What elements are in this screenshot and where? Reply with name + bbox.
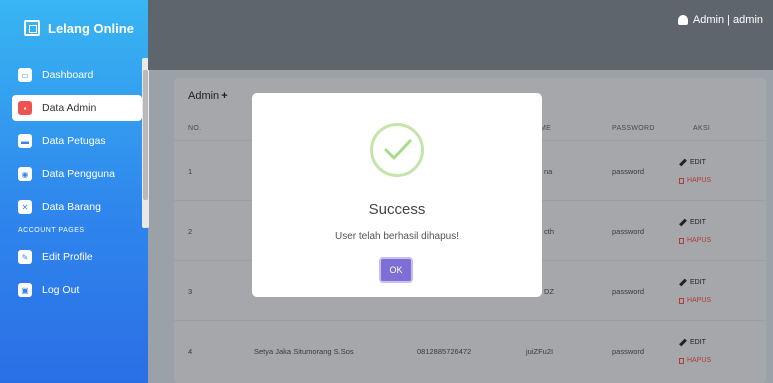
cell-username: juiZFu2I — [526, 347, 554, 356]
delete-label: HAPUS — [687, 297, 712, 304]
user-menu[interactable]: Admin | admin — [677, 14, 763, 26]
pencil-icon — [679, 158, 687, 167]
edit-label: EDIT — [690, 279, 706, 286]
sidebar-item-log-out[interactable]: ▣ Log Out — [12, 277, 142, 303]
globe-icon: ◉ — [18, 167, 32, 181]
card-title-text: Admin — [188, 90, 220, 102]
section-label-account: ACCOUNT PAGES — [18, 227, 85, 234]
trash-icon — [679, 237, 684, 244]
top-bar: Admin | admin — [148, 0, 773, 70]
sidebar-item-label: Data Barang — [42, 201, 101, 213]
user-edit-icon: ✎ — [18, 250, 32, 264]
sidebar-item-label: Data Petugas — [42, 135, 106, 147]
cell-username: na — [544, 167, 553, 176]
delete-button[interactable]: HAPUS — [679, 177, 711, 184]
edit-button[interactable]: EDIT — [679, 218, 706, 227]
credit-card-icon: ▬ — [18, 134, 32, 148]
sidebar-item-label: Edit Profile — [42, 251, 93, 263]
delete-button[interactable]: HAPUS — [679, 237, 711, 244]
pencil-icon — [679, 218, 687, 227]
cell-no: 1 — [188, 167, 193, 176]
edit-label: EDIT — [690, 219, 706, 226]
modal-title: Success — [368, 201, 426, 218]
cell-password: password — [612, 167, 645, 176]
pencil-icon — [679, 338, 687, 347]
brand[interactable]: Lelang Online — [24, 20, 134, 36]
edit-button[interactable]: EDIT — [679, 158, 706, 167]
header-no: NO. — [188, 125, 202, 132]
delete-button[interactable]: HAPUS — [679, 357, 711, 364]
success-check-icon — [370, 123, 424, 177]
edit-label: EDIT — [690, 339, 706, 346]
sidebar-nav: ▭ Dashboard ▪ Data Admin ▬ Data Petugas … — [12, 62, 142, 310]
modal-message: User telah berhasil dihapus! — [335, 231, 459, 242]
sidebar: Lelang Online ▭ Dashboard ▪ Data Admin ▬… — [0, 0, 149, 383]
cell-username: cth — [544, 227, 555, 236]
card-title: Admin + — [188, 90, 228, 102]
key-icon: ▪ — [18, 101, 32, 115]
edit-button[interactable]: EDIT — [679, 338, 706, 347]
success-modal: Success User telah berhasil dihapus! OK — [252, 93, 542, 297]
cell-password: password — [612, 227, 645, 236]
table-row: 4 Setya Jaka Situmorang S.Sos 0812885726… — [174, 320, 766, 380]
delete-label: HAPUS — [687, 357, 712, 364]
sidebar-item-label: Data Admin — [42, 102, 97, 114]
sidebar-item-label: Data Pengguna — [42, 168, 115, 180]
cell-password: password — [612, 347, 645, 356]
sidebar-scrollbar-thumb[interactable] — [143, 70, 148, 200]
sidebar-item-data-barang[interactable]: ✕ Data Barang — [12, 194, 142, 220]
cell-no: 4 — [188, 347, 193, 356]
cell-no: 3 — [188, 287, 193, 296]
trash-icon — [679, 297, 684, 304]
ok-button[interactable]: OK — [379, 257, 413, 283]
trash-icon — [679, 177, 684, 184]
header-password: PASSWORD — [612, 125, 655, 132]
user-label: Admin | admin — [692, 14, 763, 26]
cell-name: Setya Jaka Situmorang S.Sos — [254, 347, 354, 356]
sidebar-item-label: Log Out — [42, 284, 80, 296]
tv-icon: ▭ — [18, 68, 32, 82]
brand-name: Lelang Online — [48, 20, 134, 36]
logout-icon: ▣ — [18, 283, 32, 297]
edit-button[interactable]: EDIT — [679, 278, 706, 287]
edit-label: EDIT — [690, 159, 706, 166]
cell-phone: 0812885726472 — [417, 347, 472, 356]
tools-icon: ✕ — [18, 200, 32, 214]
trash-icon — [679, 357, 684, 364]
pencil-icon — [679, 278, 687, 287]
sidebar-item-label: Dashboard — [42, 69, 94, 81]
sidebar-item-data-admin[interactable]: ▪ Data Admin — [12, 95, 142, 121]
user-icon — [677, 15, 688, 25]
sidebar-item-data-pengguna[interactable]: ◉ Data Pengguna — [12, 161, 142, 187]
delete-label: HAPUS — [687, 237, 712, 244]
sidebar-item-edit-profile[interactable]: ✎ Edit Profile — [12, 244, 142, 270]
cell-no: 2 — [188, 227, 193, 236]
sidebar-item-data-petugas[interactable]: ▬ Data Petugas — [12, 128, 142, 154]
delete-button[interactable]: HAPUS — [679, 297, 711, 304]
header-aksi: AKSI — [693, 125, 711, 132]
app-logo-icon — [24, 20, 40, 36]
cell-username: DZ — [544, 287, 554, 296]
sidebar-scrollbar[interactable] — [142, 58, 149, 228]
sidebar-item-dashboard[interactable]: ▭ Dashboard — [12, 62, 142, 88]
cell-password: password — [612, 287, 645, 296]
add-admin-button[interactable]: + — [221, 90, 227, 102]
delete-label: HAPUS — [687, 177, 712, 184]
checkmark-icon — [384, 139, 412, 160]
